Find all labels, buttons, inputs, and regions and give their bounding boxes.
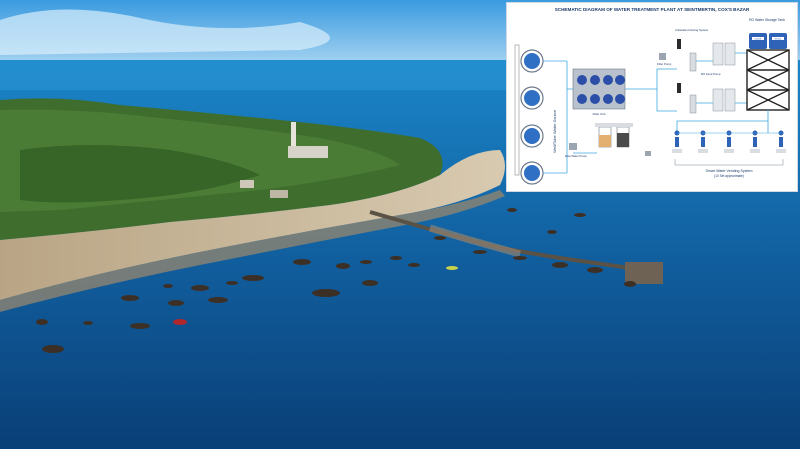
antiscalent-label: Antiscalent Dosing System — [675, 28, 709, 32]
vending-label: Smart Water Vending System — [705, 169, 752, 173]
dosing-tanks — [595, 123, 633, 148]
tank-tower — [746, 49, 790, 111]
raw-water-pump-icon — [569, 143, 577, 150]
filter-unit — [572, 68, 626, 110]
ro-feed-pump-label: RO Feed Pump — [701, 72, 721, 76]
filter-pump-icon — [659, 53, 666, 60]
vending-units — [672, 130, 786, 153]
filter-unit-label: Filter Unit — [593, 112, 606, 116]
source-label: Well/Tube Water Source — [552, 109, 557, 153]
water-treatment-schematic: SCHEMATIC DIAGRAM OF WATER TREATMENT PLA… — [506, 2, 798, 192]
storage-tank-label: RO Water Storage Tank — [749, 18, 785, 22]
filter-pump-label: Filter Pump — [657, 62, 672, 66]
jetty-platform — [625, 262, 663, 284]
ro-storage-tanks — [749, 33, 787, 49]
vending-sublabel: (10 Set approximate) — [714, 174, 744, 178]
raw-water-pump-label: Raw Water Pump — [565, 154, 587, 158]
ro-membranes — [712, 42, 736, 112]
source-wells — [520, 49, 544, 185]
diagram-title: SCHEMATIC DIAGRAM OF WATER TREATMENT PLA… — [555, 7, 750, 12]
tank-badge: 10000L — [754, 39, 762, 41]
tank-badge: 10000L — [774, 39, 782, 41]
